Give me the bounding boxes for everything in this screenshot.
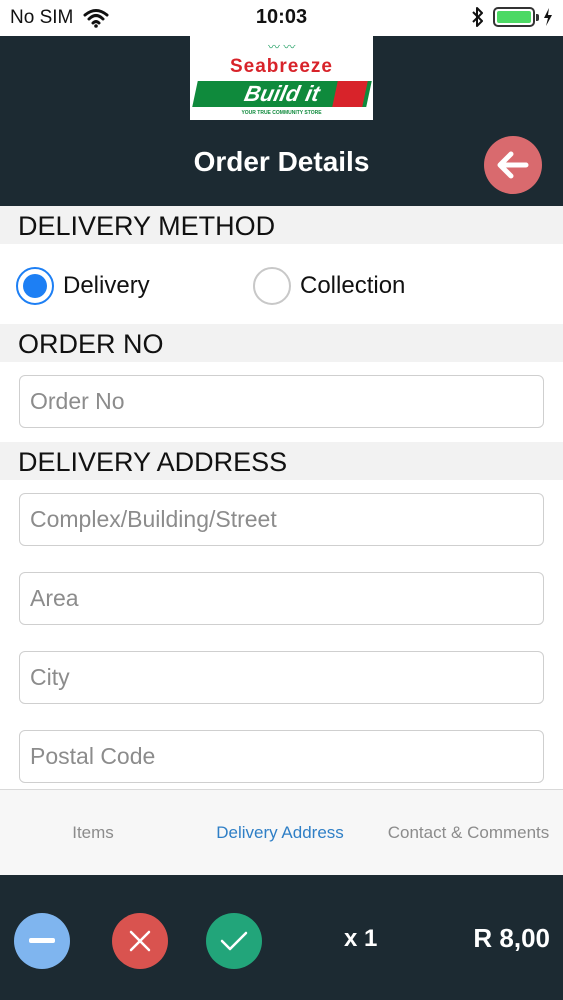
minus-icon [29, 938, 55, 943]
tab-contact-comments[interactable]: Contact & Comments [374, 790, 563, 876]
app-header: 〰 〰 Seabreeze Build it YOUR TRUE COMMUNI… [0, 36, 563, 206]
confirm-button[interactable] [206, 913, 262, 969]
tab-items[interactable]: Items [0, 790, 186, 876]
section-tabs: Items Delivery Address Contact & Comment… [0, 789, 563, 875]
check-icon [220, 931, 248, 951]
cancel-button[interactable] [112, 913, 168, 969]
delivery-method-options: Delivery Collection [0, 244, 563, 324]
order-no-heading: ORDER NO [0, 324, 563, 362]
radio-selected-icon[interactable] [16, 267, 54, 305]
logo-tagline: YOUR TRUE COMMUNITY STORE [241, 110, 322, 116]
radio-delivery-label[interactable]: Delivery [63, 272, 150, 300]
battery-icon [493, 7, 539, 27]
status-right [471, 7, 553, 27]
order-no-input[interactable] [19, 375, 544, 428]
battery-tip [536, 14, 539, 21]
status-bar: No SIM 10:03 [0, 0, 563, 36]
logo-brand-banner: Build it [192, 81, 372, 107]
decrease-quantity-button[interactable] [14, 913, 70, 969]
bottom-action-bar: x 1 R 8,00 [0, 875, 563, 1000]
radio-delivery[interactable]: Delivery [16, 267, 150, 305]
brand-logo: 〰 〰 Seabreeze Build it YOUR TRUE COMMUNI… [190, 36, 373, 120]
arrow-left-icon [497, 151, 529, 179]
tab-delivery-address[interactable]: Delivery Address [186, 790, 374, 876]
postal-code-input[interactable] [19, 730, 544, 783]
radio-collection-label[interactable]: Collection [300, 272, 405, 300]
radio-unselected-icon[interactable] [253, 267, 291, 305]
area-input[interactable] [19, 572, 544, 625]
delivery-method-heading: DELIVERY METHOD [0, 206, 563, 244]
logo-store-name: Seabreeze [229, 56, 333, 77]
city-input[interactable] [19, 651, 544, 704]
radio-dot [23, 274, 47, 298]
logo-flag-icon [332, 81, 368, 107]
bluetooth-icon [472, 7, 483, 27]
back-button[interactable] [484, 136, 542, 194]
radio-collection[interactable]: Collection [253, 267, 405, 305]
delivery-address-heading: DELIVERY ADDRESS [0, 442, 563, 480]
quantity-label: x 1 [344, 925, 378, 952]
battery-level [497, 11, 531, 23]
birds-icon: 〰 〰 [268, 40, 296, 54]
page-title: Order Details [193, 146, 370, 177]
close-icon [129, 930, 151, 952]
logo-brand-text: Build it [242, 81, 323, 106]
charging-icon [544, 8, 552, 26]
street-input[interactable] [19, 493, 544, 546]
total-price: R 8,00 [473, 923, 550, 953]
